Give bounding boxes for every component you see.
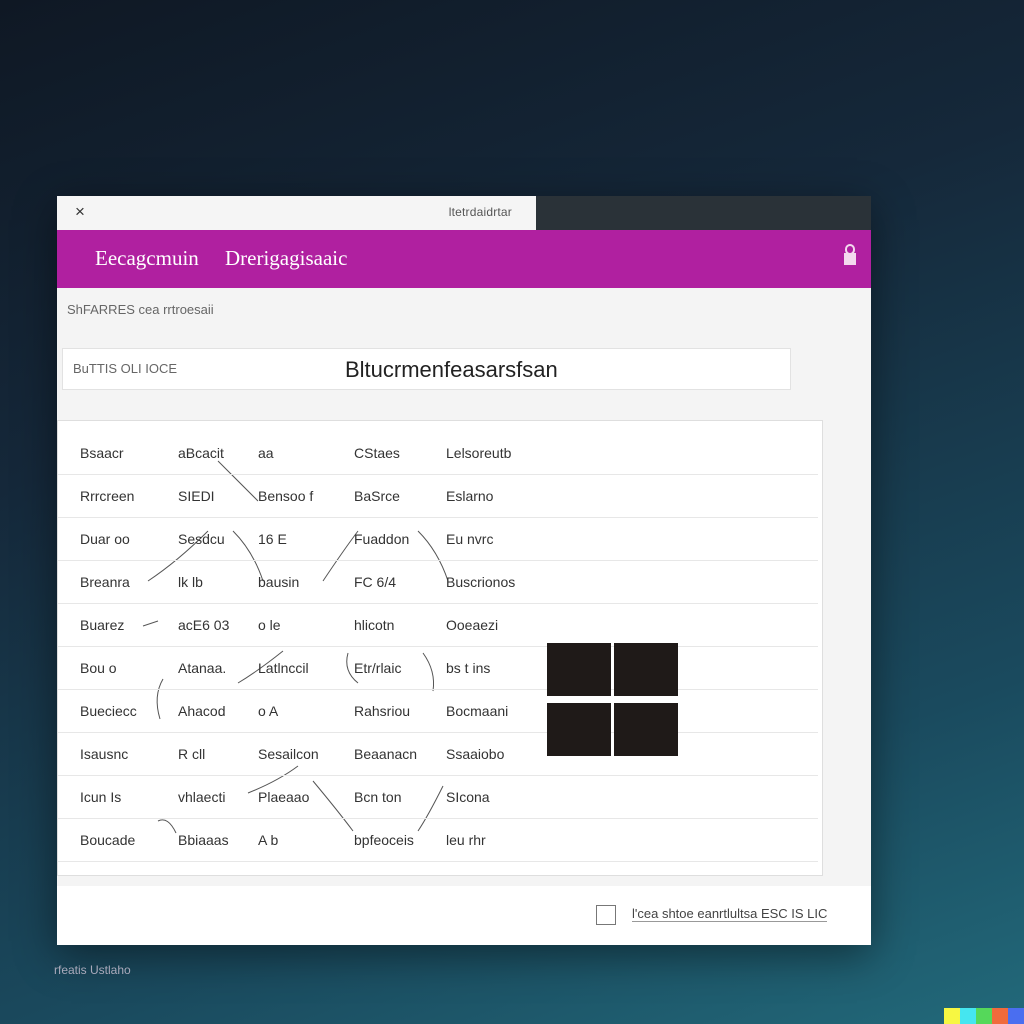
image-icon[interactable] [596, 905, 616, 925]
table-cell: Ssaaiobo [446, 746, 505, 762]
table-cell: BaSrce [354, 488, 400, 504]
table-cell: aBcacit [178, 445, 224, 461]
search-input[interactable]: Bltucrmenfeasarsfsan [345, 357, 558, 383]
table-cell: Ooeaezi [446, 617, 499, 633]
search-bar[interactable]: BuTTIS OLI IOCE Bltucrmenfeasarsfsan [62, 348, 791, 390]
table-cell: Fuaddon [354, 531, 410, 547]
table-cell: FC 6/4 [354, 574, 397, 590]
table-cell: vhlaecti [178, 789, 226, 805]
table-cell: Rahsriou [354, 703, 411, 719]
table-cell: Bbiaaas [178, 832, 229, 848]
table-cell: Sesailcon [258, 746, 319, 762]
image-caption: rfeatis Ustlaho [54, 963, 131, 977]
table-cell: 16 E [258, 531, 287, 547]
table-cell: Plaeaao [258, 789, 310, 805]
app-window: × ltetrdaidrtar Eecagcmuin Drerigagisaai… [57, 196, 871, 945]
table-cell: R cll [178, 746, 206, 762]
table-cell: A b [258, 832, 279, 848]
table-cell: Duar oo [80, 531, 130, 547]
table-cell: Sesdcu [178, 531, 225, 547]
table-row[interactable]: Buarez acE6 03 o le hlicotn Ooeaezi [58, 605, 818, 647]
tab-title: ltetrdaidrtar [448, 205, 512, 219]
table-cell: Isausnc [80, 746, 129, 762]
table-cell: Bocmaani [446, 703, 509, 719]
table-row[interactable]: Duar oo Sesdcu 16 E Fuaddon Eu nvrc [58, 519, 818, 561]
table-cell: bpfeoceis [354, 832, 414, 848]
footer-bar: l'cea shtoe eanrtlultsa ESC IS LIC [57, 886, 871, 945]
table-cell: o le [258, 617, 281, 633]
table-cell: SIEDI [178, 488, 215, 504]
app-header: Eecagcmuin Drerigagisaaic [57, 230, 871, 288]
grid-icon[interactable] [547, 643, 688, 757]
breadcrumb: ShFARRES cea rrtroesaii [67, 302, 214, 317]
table-row[interactable]: Boucade Bbiaaas A b bpfeoceis leu rhr [58, 820, 818, 862]
table-cell: Latlnccil [258, 660, 309, 676]
table-cell: aa [258, 445, 274, 461]
table-cell: CStaes [354, 445, 400, 461]
table-row[interactable]: Breanra lk lb bausin FC 6/4 Buscrionos [58, 562, 818, 604]
close-icon[interactable]: × [75, 202, 85, 222]
app-title-secondary: Drerigagisaaic [225, 246, 348, 270]
table-cell: Lelsoreutb [446, 445, 512, 461]
table-cell: Beaanacn [354, 746, 418, 762]
table-row[interactable]: Bsaacr aBcacit aa CStaes Lelsoreutb [58, 433, 818, 475]
table-cell: Bensoo f [258, 488, 314, 504]
table-cell: Icun Is [80, 789, 122, 805]
table-cell: Bou o [80, 660, 117, 676]
table-cell: SIcona [446, 789, 490, 805]
table-cell: Rrrcreen [80, 488, 135, 504]
table-cell: Buarez [80, 617, 125, 633]
table-cell: leu rhr [446, 832, 486, 848]
table-cell: lk lb [178, 574, 203, 590]
footer-status[interactable]: l'cea shtoe eanrtlultsa ESC IS LIC [632, 906, 828, 922]
table-row[interactable]: Rrrcreen SIEDI Bensoo f BaSrce Eslarno [58, 476, 818, 518]
table-cell: Atanaa. [178, 660, 227, 676]
search-label: BuTTIS OLI IOCE [73, 361, 178, 376]
table-cell: Buscrionos [446, 574, 516, 590]
color-strip [944, 1008, 1024, 1024]
table-cell: Boucade [80, 832, 136, 848]
lock-icon[interactable] [843, 244, 857, 266]
table-cell: Bueciecc [80, 703, 137, 719]
table-cell: Breanra [80, 574, 130, 590]
table-cell: hlicotn [354, 617, 395, 633]
app-title-primary: Eecagcmuin [95, 246, 199, 270]
table-cell: Ahacod [178, 703, 226, 719]
table-cell: bausin [258, 574, 300, 590]
table-row[interactable]: Bueciecc Ahacod o A Rahsriou Bocmaani [58, 691, 818, 733]
table-cell: Bcn ton [354, 789, 402, 805]
table-cell: acE6 03 [178, 617, 230, 633]
table-cell: Eslarno [446, 488, 494, 504]
title-bar: × ltetrdaidrtar [57, 196, 871, 230]
table-cell: Bsaacr [80, 445, 124, 461]
table-cell: Eu nvrc [446, 531, 494, 547]
table-row[interactable]: Icun Is vhlaecti Plaeaao Bcn ton SIcona [58, 777, 818, 819]
data-table: Bsaacr aBcacit aa CStaes Lelsoreutb Rrrcreen S… [57, 420, 823, 876]
table-cell: o A [258, 703, 279, 719]
table-row[interactable]: Bou o Atanaa. Latlnccil Etr/rlaic bs t ins [58, 648, 818, 690]
browser-tab[interactable]: × ltetrdaidrtar [57, 196, 536, 230]
table-row[interactable]: Isausnc R cll Sesailcon Beaanacn Ssaaiobo [58, 734, 818, 776]
table-cell: bs t ins [446, 660, 491, 676]
table-cell: Etr/rlaic [354, 660, 402, 676]
